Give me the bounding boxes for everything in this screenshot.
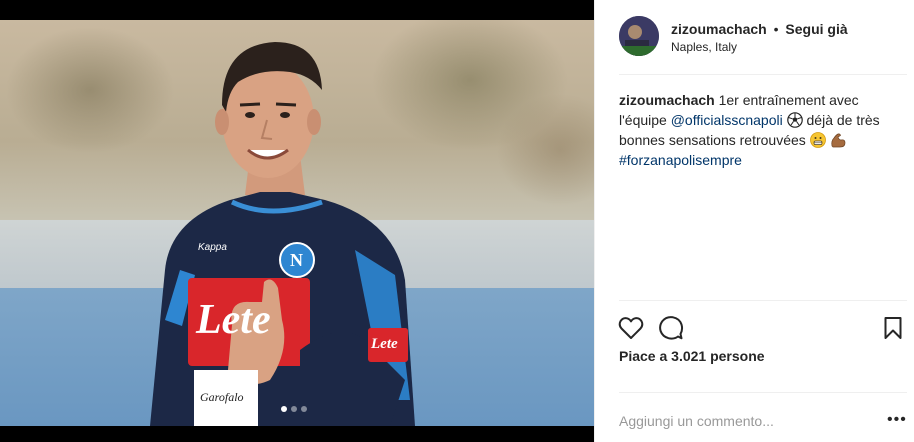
player-figure <box>150 42 415 426</box>
soccer-ball-emoji <box>786 112 803 128</box>
header-divider <box>619 74 907 75</box>
post-photo[interactable]: N Kappa Lete Lete Garofalo <box>0 20 594 426</box>
caption-username[interactable]: zizoumachach <box>619 92 715 108</box>
likes-prefix: Piace a <box>619 348 668 364</box>
likes-count[interactable]: Piace a 3.021 persone <box>619 348 765 364</box>
carousel-dot-2 <box>291 406 297 412</box>
post-media[interactable]: N Kappa Lete Lete Garofalo <box>0 0 594 442</box>
caption-mention[interactable]: @officialsscnapoli <box>671 112 783 128</box>
flexed-biceps-emoji <box>830 132 846 148</box>
likes-number: 3.021 <box>671 348 707 364</box>
header-username[interactable]: zizoumachach <box>671 21 767 37</box>
comment-icon[interactable] <box>655 312 687 344</box>
shirt-sponsor-text: Lete <box>196 297 271 343</box>
actions-divider <box>619 300 907 301</box>
badge-letter: N <box>290 250 303 270</box>
comment-input[interactable] <box>619 410 869 432</box>
sleeve-logo-text: Garofalo <box>200 390 244 404</box>
carousel-dot-3 <box>301 406 307 412</box>
kit-brand-text: Kappa <box>198 242 227 253</box>
comment-divider <box>619 392 907 393</box>
action-bar <box>595 312 914 344</box>
header-line: zizoumachach • Segui già <box>671 21 848 37</box>
bookmark-icon[interactable] <box>877 312 909 344</box>
instagram-post: N Kappa Lete Lete Garofalo zizoumachach … <box>0 0 914 442</box>
avatar[interactable] <box>619 16 659 56</box>
header-separator: • <box>773 21 779 37</box>
follow-status-button[interactable]: Segui già <box>785 21 847 37</box>
sleeve-sponsor-text: Lete <box>371 336 398 352</box>
post-header: zizoumachach • Segui già Naples, Italy <box>595 0 914 74</box>
post-sidebar: zizoumachach • Segui già Naples, Italy z… <box>594 0 914 442</box>
more-options-button[interactable]: ••• <box>887 412 907 428</box>
likes-suffix: persone <box>710 348 765 364</box>
carousel-indicator <box>281 406 307 412</box>
carousel-dot-1 <box>281 406 287 412</box>
avatar-image <box>619 16 659 56</box>
caption-hashtag[interactable]: #forzanapolisempre <box>619 152 742 168</box>
post-caption: zizoumachach 1er entraînement avec l'équ… <box>619 90 894 170</box>
location-link[interactable]: Naples, Italy <box>671 40 737 54</box>
heart-icon[interactable] <box>615 312 647 344</box>
grinning-face-emoji <box>809 132 826 148</box>
